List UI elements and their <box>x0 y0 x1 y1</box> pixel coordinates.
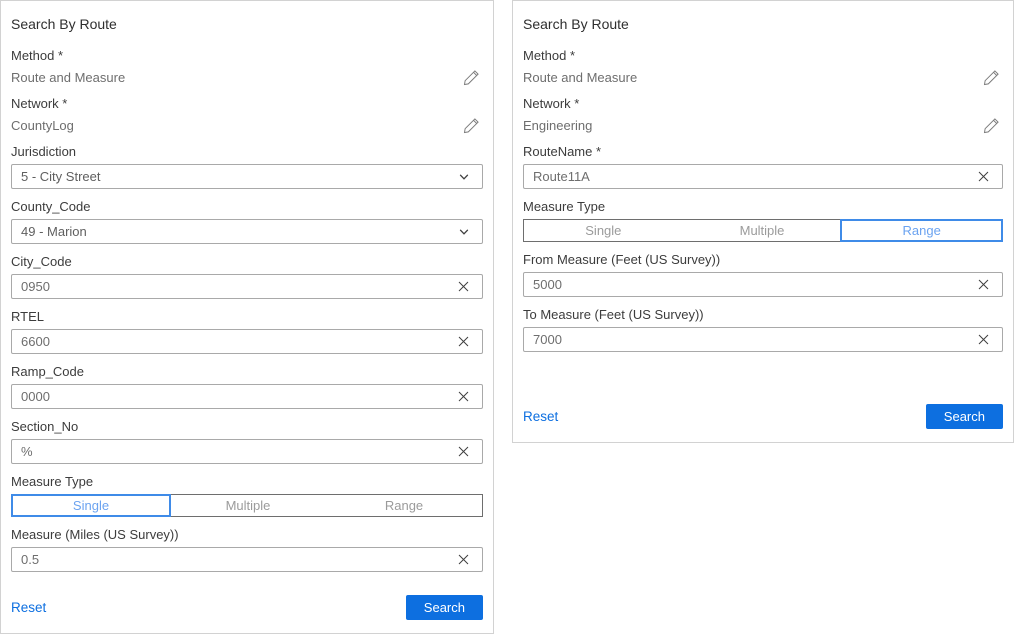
search-by-route-panel-left: Search By Route Method * Route and Measu… <box>0 0 494 634</box>
field-label: Section_No <box>11 419 483 434</box>
field-method: Method * Route and Measure <box>523 48 1003 86</box>
input-city_code[interactable] <box>21 275 454 298</box>
input-section_no[interactable] <box>21 440 454 463</box>
page: Search By Route Method * Route and Measu… <box>0 0 1014 634</box>
field-label: Network * <box>523 96 1003 111</box>
readonly-value-row: Route and Measure <box>11 68 483 86</box>
text-input-box <box>523 327 1003 352</box>
field-city_code: City_Code <box>11 254 483 299</box>
text-input-box <box>11 439 483 464</box>
field-county_code: County_Code 49 - Marion <box>11 199 483 244</box>
clear-icon[interactable] <box>454 445 473 458</box>
reset-link[interactable]: Reset <box>11 600 46 615</box>
field-ramp_code: Ramp_Code <box>11 364 483 409</box>
field-value: 49 - Marion <box>21 224 455 239</box>
search-by-route-panel-right: Search By Route Method * Route and Measu… <box>512 0 1014 443</box>
field-method: Method * Route and Measure <box>11 48 483 86</box>
segment-single[interactable]: Single <box>524 220 683 241</box>
field-to-measure-feet-us-survey: To Measure (Feet (US Survey)) <box>523 307 1003 352</box>
clear-icon[interactable] <box>974 170 993 183</box>
panel-title: Search By Route <box>523 16 1003 32</box>
field-network: Network * Engineering <box>523 96 1003 134</box>
clear-icon[interactable] <box>454 553 473 566</box>
search-button[interactable]: Search <box>926 404 1003 429</box>
field-value: Route and Measure <box>11 70 125 85</box>
field-label: RTEL <box>11 309 483 324</box>
field-label: From Measure (Feet (US Survey)) <box>523 252 1003 267</box>
field-label: Network * <box>11 96 483 111</box>
input-from-measure-feet-us-survey[interactable] <box>533 273 974 296</box>
fields-container: Method * Route and Measure Network * Eng… <box>523 48 1003 362</box>
text-input-box <box>11 384 483 409</box>
field-rtel: RTEL <box>11 309 483 354</box>
text-input-box <box>11 274 483 299</box>
segment-multiple[interactable]: Multiple <box>683 220 842 241</box>
edit-pencil-icon[interactable] <box>460 69 483 86</box>
fields-container: Method * Route and Measure Network * Cou… <box>11 48 483 582</box>
field-label: Jurisdiction <box>11 144 483 159</box>
readonly-value-row: Route and Measure <box>523 68 1003 86</box>
field-from-measure-feet-us-survey: From Measure (Feet (US Survey)) <box>523 252 1003 297</box>
field-jurisdiction: Jurisdiction 5 - City Street <box>11 144 483 189</box>
field-measure-type: Measure Type SingleMultipleRange <box>523 199 1003 242</box>
input-ramp_code[interactable] <box>21 385 454 408</box>
actions-row: Reset Search <box>523 404 1003 429</box>
field-value: Engineering <box>523 118 592 133</box>
text-input-box <box>523 272 1003 297</box>
field-network: Network * CountyLog <box>11 96 483 134</box>
field-label: Measure (Miles (US Survey)) <box>11 527 483 542</box>
field-label: RouteName * <box>523 144 1003 159</box>
field-label: City_Code <box>11 254 483 269</box>
readonly-value-row: Engineering <box>523 116 1003 134</box>
input-rtel[interactable] <box>21 330 454 353</box>
field-value: CountyLog <box>11 118 74 133</box>
field-value: Route and Measure <box>523 70 637 85</box>
field-label: Method * <box>523 48 1003 63</box>
readonly-value-row: CountyLog <box>11 116 483 134</box>
actions-row: Reset Search <box>11 595 483 620</box>
text-input-box <box>523 164 1003 189</box>
field-measure-miles-us-survey: Measure (Miles (US Survey)) <box>11 527 483 572</box>
chevron-down-icon <box>455 226 473 238</box>
clear-icon[interactable] <box>974 278 993 291</box>
field-section_no: Section_No <box>11 419 483 464</box>
text-input-box <box>11 329 483 354</box>
field-label: Ramp_Code <box>11 364 483 379</box>
clear-icon[interactable] <box>454 335 473 348</box>
panel-title: Search By Route <box>11 16 483 32</box>
input-to-measure-feet-us-survey[interactable] <box>533 328 974 351</box>
clear-icon[interactable] <box>454 390 473 403</box>
field-label: County_Code <box>11 199 483 214</box>
search-button[interactable]: Search <box>406 595 483 620</box>
text-input-box <box>11 547 483 572</box>
select-dropdown[interactable]: 49 - Marion <box>11 219 483 244</box>
field-value: 5 - City Street <box>21 169 455 184</box>
edit-pencil-icon[interactable] <box>980 117 1003 134</box>
field-label: To Measure (Feet (US Survey)) <box>523 307 1003 322</box>
reset-link[interactable]: Reset <box>523 409 558 424</box>
clear-icon[interactable] <box>974 333 993 346</box>
input-measure-miles-us-survey[interactable] <box>21 548 454 571</box>
segment-single[interactable]: Single <box>11 494 171 517</box>
input-routename[interactable] <box>533 165 974 188</box>
select-dropdown[interactable]: 5 - City Street <box>11 164 483 189</box>
segment-multiple[interactable]: Multiple <box>170 495 326 516</box>
field-label: Measure Type <box>11 474 483 489</box>
segment-range[interactable]: Range <box>326 495 482 516</box>
segmented-control: SingleMultipleRange <box>11 494 483 517</box>
field-label: Measure Type <box>523 199 1003 214</box>
edit-pencil-icon[interactable] <box>980 69 1003 86</box>
clear-icon[interactable] <box>454 280 473 293</box>
chevron-down-icon <box>455 171 473 183</box>
segment-range[interactable]: Range <box>840 219 1003 242</box>
edit-pencil-icon[interactable] <box>460 117 483 134</box>
field-measure-type: Measure Type SingleMultipleRange <box>11 474 483 517</box>
segmented-control: SingleMultipleRange <box>523 219 1003 242</box>
field-routename: RouteName * <box>523 144 1003 189</box>
field-label: Method * <box>11 48 483 63</box>
